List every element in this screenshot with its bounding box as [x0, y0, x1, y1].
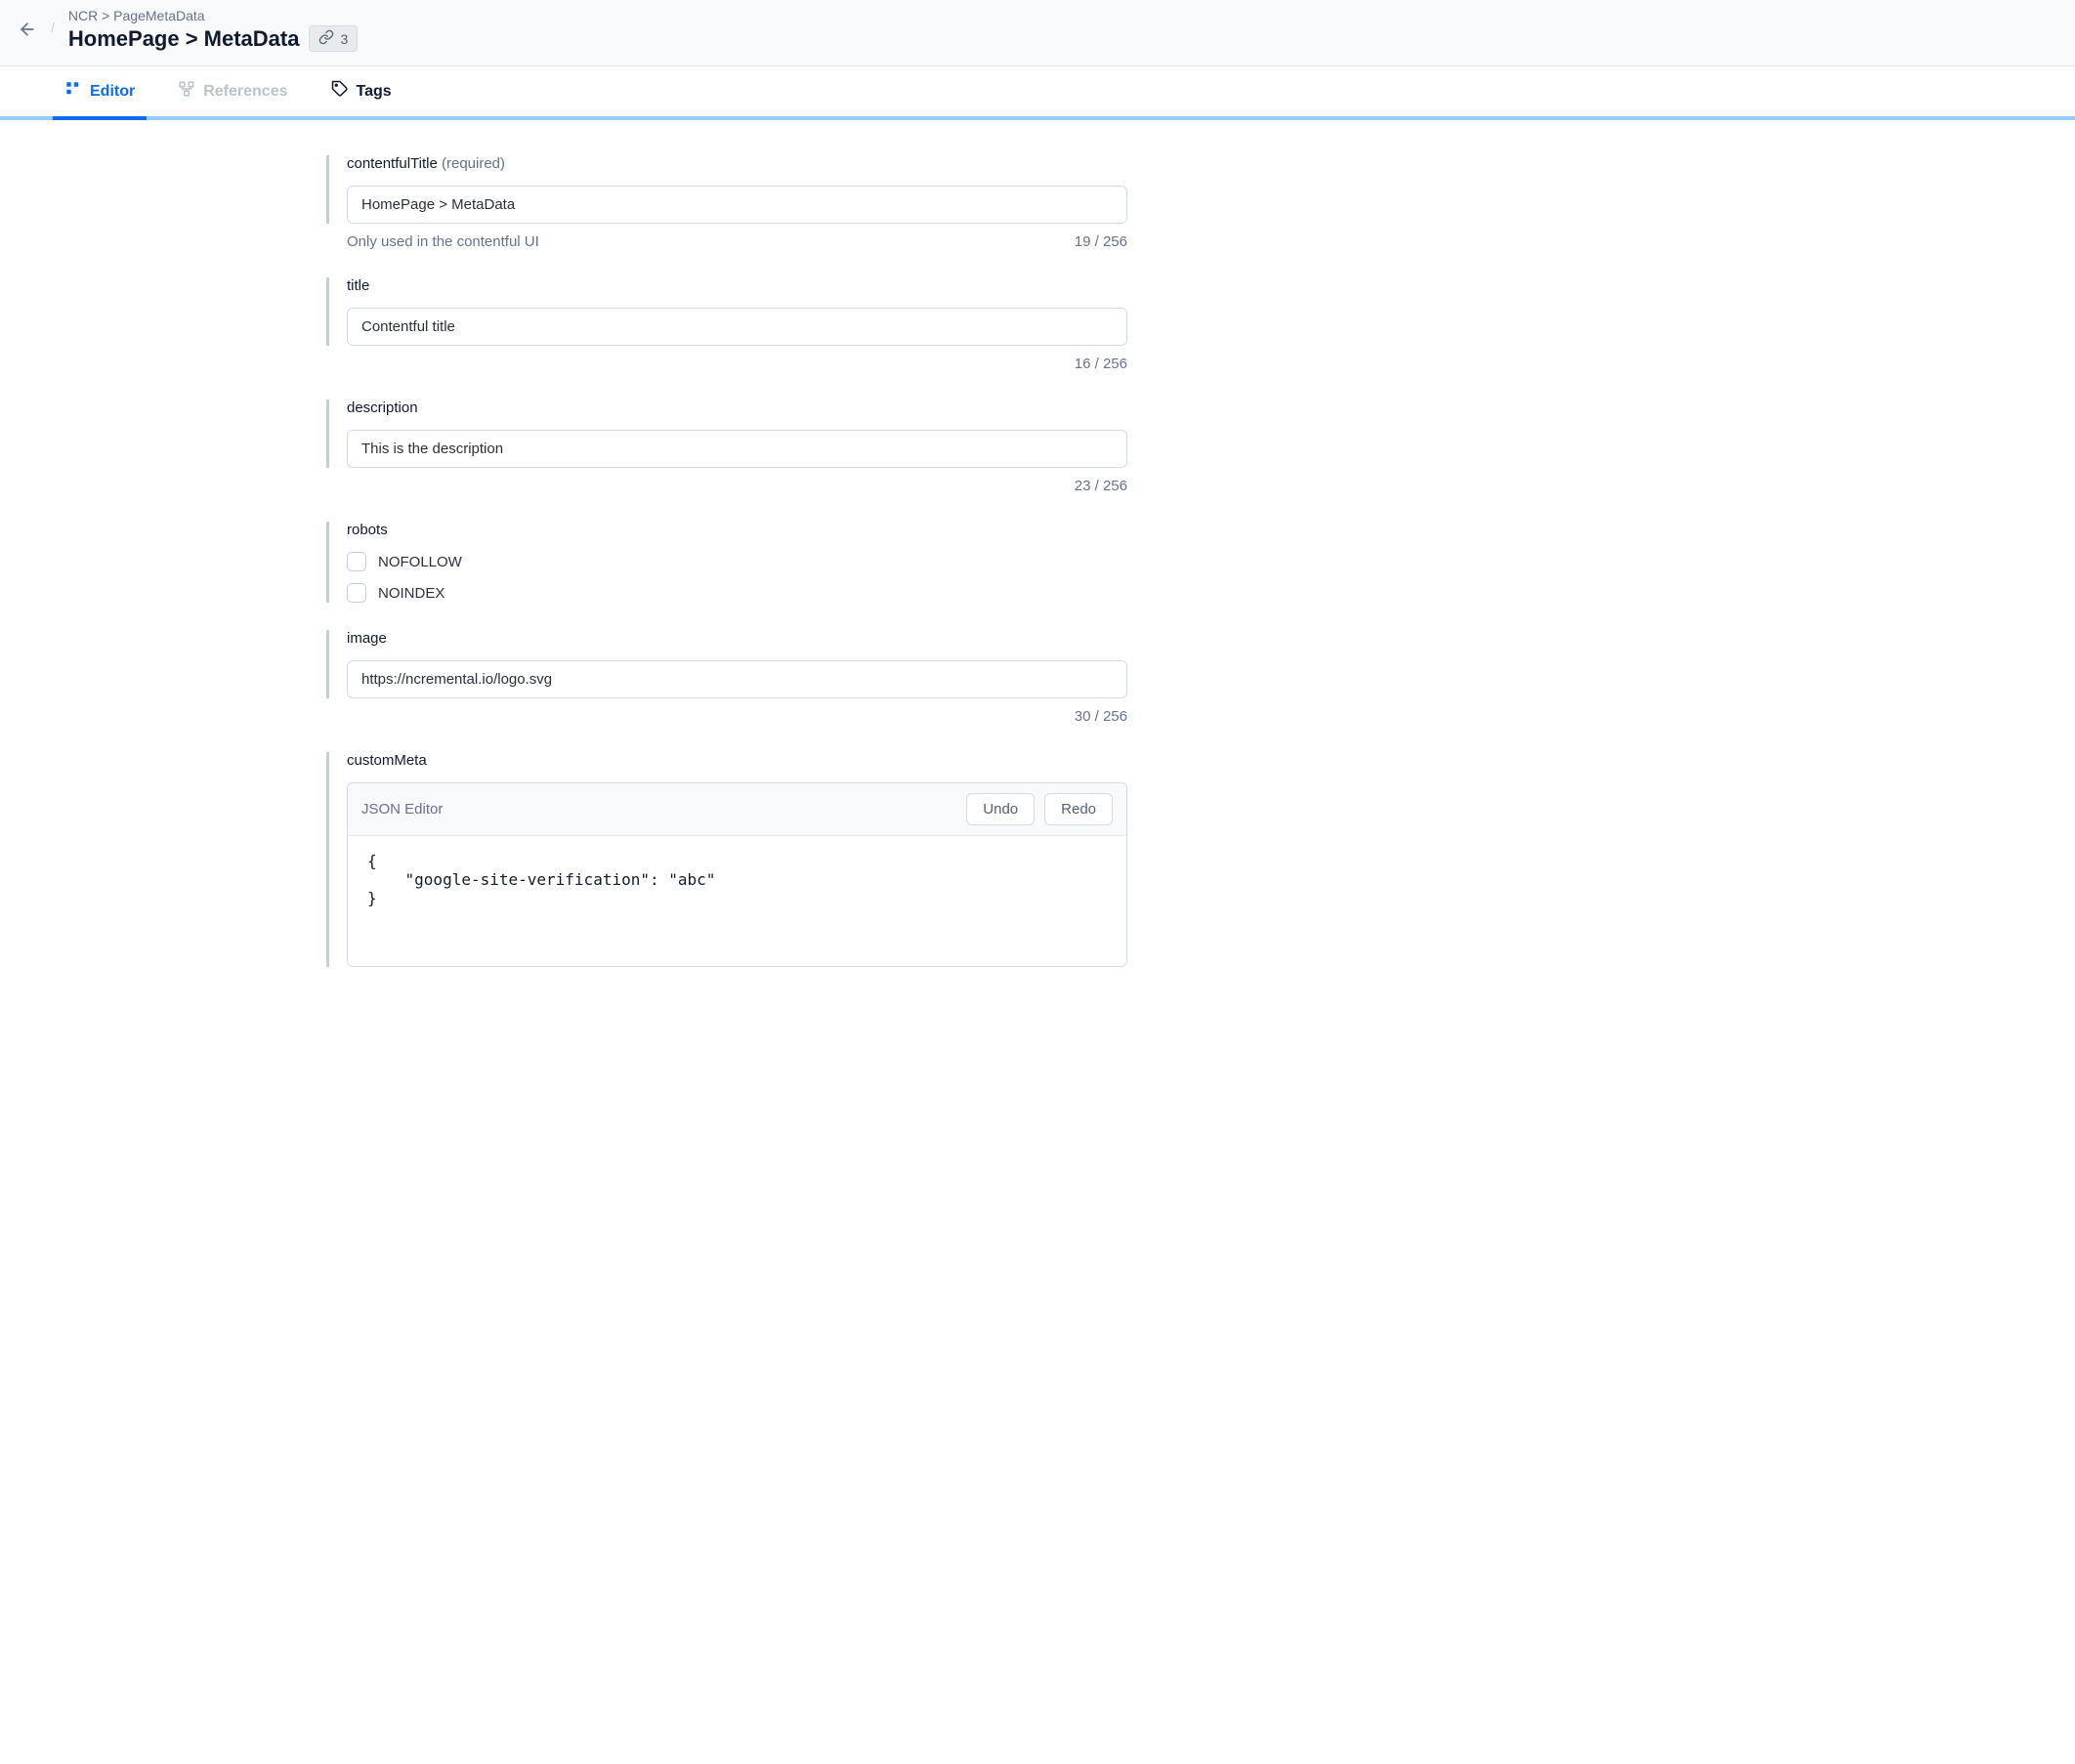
checkbox[interactable] [347, 583, 366, 603]
field-image: image 30 / 256 [326, 630, 1127, 725]
tags-tab-icon [331, 80, 349, 103]
page-title: HomePage > MetaData [68, 26, 300, 52]
tab-tags[interactable]: Tags [331, 66, 392, 116]
checkbox[interactable] [347, 552, 366, 571]
char-counter: 23 / 256 [1075, 478, 1127, 494]
robots-option-nofollow[interactable]: NOFOLLOW [347, 552, 1127, 571]
tab-label: Editor [90, 83, 135, 101]
editor-tab-icon [64, 80, 82, 103]
robots-option-noindex[interactable]: NOINDEX [347, 583, 1127, 603]
tab-editor[interactable]: Editor [64, 66, 135, 116]
back-arrow-icon[interactable] [18, 20, 37, 42]
tab-references[interactable]: References [178, 66, 287, 116]
field-description: description 23 / 256 [326, 399, 1127, 494]
entry-tabs: Editor References Tags [0, 66, 2075, 120]
field-label: contentfulTitle [347, 155, 438, 172]
description-input[interactable] [347, 430, 1127, 468]
references-count: 3 [340, 31, 348, 47]
field-label: image [347, 630, 1127, 647]
breadcrumb-separator-icon: / [51, 20, 55, 35]
page-header: / NCR > PageMetaData HomePage > MetaData… [0, 0, 2075, 66]
references-count-badge[interactable]: 3 [309, 25, 358, 52]
field-label: robots [347, 522, 1127, 538]
tab-label: References [203, 83, 287, 101]
checkbox-label: NOFOLLOW [378, 554, 462, 570]
references-tab-icon [178, 80, 195, 103]
field-helper-text: Only used in the contentful UI [347, 233, 539, 250]
field-label: description [347, 399, 1127, 416]
field-label: customMeta [347, 752, 1127, 769]
json-editor-body[interactable]: { "google-site-verification": "abc" } [348, 836, 1126, 966]
char-counter: 16 / 256 [1075, 356, 1127, 372]
contentful-title-input[interactable] [347, 186, 1127, 224]
json-editor-title: JSON Editor [361, 801, 443, 818]
field-title: title 16 / 256 [326, 277, 1127, 372]
redo-button[interactable]: Redo [1044, 793, 1113, 825]
title-input[interactable] [347, 308, 1127, 346]
tab-label: Tags [357, 83, 392, 101]
checkbox-label: NOINDEX [378, 585, 445, 602]
required-suffix: (required) [442, 155, 505, 172]
field-custom-meta: customMeta JSON Editor Undo Redo { "goog… [326, 752, 1127, 967]
undo-button[interactable]: Undo [966, 793, 1035, 825]
char-counter: 30 / 256 [1075, 708, 1127, 725]
field-contentful-title: contentfulTitle (required) Only used in … [326, 155, 1127, 250]
field-robots: robots NOFOLLOW NOINDEX [326, 522, 1127, 603]
link-icon [318, 29, 334, 48]
char-counter: 19 / 256 [1075, 233, 1127, 250]
field-label: title [347, 277, 1127, 294]
breadcrumb[interactable]: NCR > PageMetaData [68, 8, 358, 23]
image-input[interactable] [347, 660, 1127, 698]
